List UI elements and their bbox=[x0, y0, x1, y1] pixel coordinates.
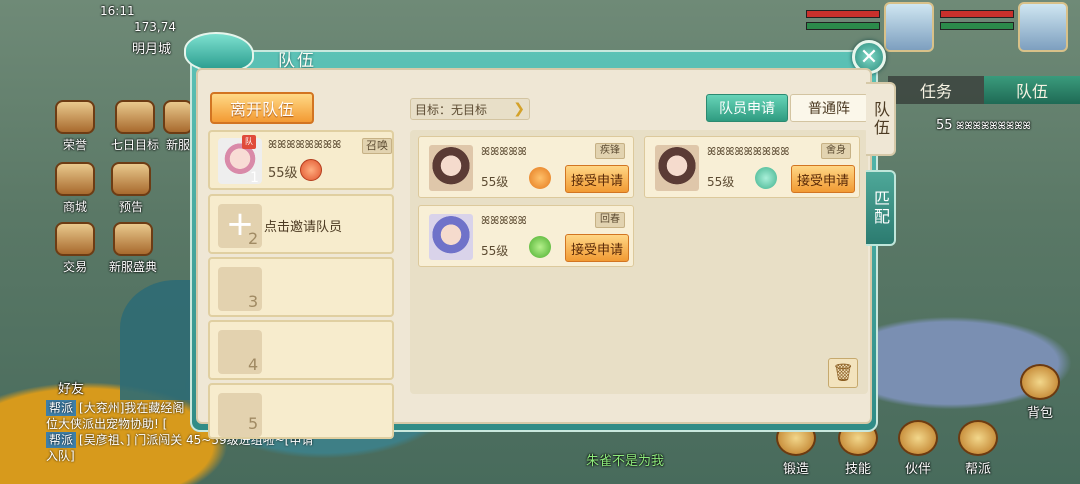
clock: 16:11 bbox=[100, 4, 135, 18]
hud-tab-task[interactable]: 任务 bbox=[888, 76, 984, 104]
member-level: 55级 bbox=[268, 166, 298, 181]
school-icon bbox=[300, 159, 322, 181]
applicant-level: 55级 bbox=[707, 175, 735, 189]
player-avatar[interactable] bbox=[1018, 2, 1068, 52]
clear-requests-button[interactable]: 🗑 bbox=[828, 358, 858, 388]
team-dialog: 队伍 ✕ 离开队伍 队 1 ꕤꕤꕤꕤꕤꕤꕤꕤ 召唤 55级 + 2 点击邀请队员… bbox=[184, 32, 886, 439]
menu-shop[interactable]: 商城 bbox=[50, 162, 100, 215]
leave-team-button[interactable]: 离开队伍 bbox=[210, 92, 314, 124]
hud-right-tabs: 任务 队伍 bbox=[888, 76, 1080, 104]
location-name[interactable]: 明月城 bbox=[132, 38, 171, 57]
close-icon: ✕ bbox=[859, 44, 879, 70]
member-slot-4[interactable]: 4 bbox=[208, 320, 394, 380]
request-card: ꕤꕤꕤꕤꕤꕤꕤꕤꕤ 舍身 55级 接受申请 bbox=[644, 136, 860, 198]
hud-team-level: 55 bbox=[936, 118, 953, 133]
pet-mp-bar bbox=[806, 22, 880, 30]
pet-hp-bar bbox=[806, 10, 880, 18]
world-text: 朱雀不是为我 bbox=[586, 454, 665, 469]
captain-badge: 队 bbox=[242, 135, 256, 149]
festival-icon bbox=[113, 222, 153, 256]
member-slot-3[interactable]: 3 bbox=[208, 257, 394, 317]
target-label: 目标：无目标 bbox=[415, 102, 488, 117]
team-target-selector[interactable]: 目标：无目标 ❯ bbox=[410, 98, 530, 120]
guild-button[interactable]: 帮派 bbox=[954, 420, 1002, 477]
applicant-school: 回春 bbox=[595, 212, 625, 228]
tab-member-requests[interactable]: 队员申请 bbox=[706, 94, 788, 122]
accept-request-button[interactable]: 接受申请 bbox=[791, 165, 855, 193]
invite-label: 点击邀请队员 bbox=[264, 220, 343, 235]
menu-honor[interactable]: 荣誉 bbox=[50, 100, 100, 153]
menu-trade[interactable]: 交易 bbox=[50, 222, 100, 275]
requests-panel: ꕤꕤꕤꕤꕤ 疾锋 55级 接受申请 ꕤꕤꕤꕤꕤꕤꕤꕤꕤ 舍身 55级 接受申请 … bbox=[410, 130, 868, 394]
trash-icon: 🗑 bbox=[832, 363, 854, 383]
applicant-portrait bbox=[429, 145, 473, 191]
partner-button[interactable]: 伙伴 bbox=[894, 420, 942, 477]
dialog-body: 离开队伍 队 1 ꕤꕤꕤꕤꕤꕤꕤꕤ 召唤 55级 + 2 点击邀请队员 3 4 … bbox=[196, 68, 872, 439]
friends-button[interactable]: 好友 bbox=[58, 378, 84, 397]
school-icon bbox=[529, 167, 551, 189]
side-tab-team[interactable]: 队伍 bbox=[866, 82, 896, 156]
title-cloud-ornament bbox=[184, 32, 254, 72]
applicant-name: ꕤꕤꕤꕤꕤ bbox=[481, 145, 527, 158]
hud-tab-team[interactable]: 队伍 bbox=[984, 76, 1080, 104]
accept-request-button[interactable]: 接受申请 bbox=[565, 165, 629, 193]
honor-icon bbox=[55, 100, 95, 134]
applicant-name: ꕤꕤꕤꕤꕤꕤꕤꕤꕤ bbox=[707, 145, 790, 158]
bag-icon bbox=[1020, 364, 1060, 400]
partner-icon bbox=[898, 420, 938, 456]
member-slot-1[interactable]: 队 1 ꕤꕤꕤꕤꕤꕤꕤꕤ 召唤 55级 bbox=[208, 130, 394, 190]
hud-team-name: ꕤꕤꕤꕤꕤꕤꕤꕤꕤ bbox=[956, 121, 1031, 132]
applicant-school: 疾锋 bbox=[595, 143, 625, 159]
applicant-portrait bbox=[429, 214, 473, 260]
slot-number: 2 bbox=[248, 229, 259, 248]
slot-number: 3 bbox=[248, 292, 259, 311]
player-hp-bar bbox=[940, 10, 1014, 18]
guild-icon bbox=[958, 420, 998, 456]
tab-normal-formation[interactable]: 普通阵 bbox=[790, 94, 868, 122]
slot-number: 4 bbox=[248, 355, 259, 374]
chevron-right-icon: ❯ bbox=[513, 101, 525, 117]
player-mp-bar bbox=[940, 22, 1014, 30]
applicant-school: 舍身 bbox=[821, 143, 851, 159]
member-name: ꕤꕤꕤꕤꕤꕤꕤꕤ bbox=[268, 138, 342, 151]
coordinates: 173,74 bbox=[134, 20, 176, 34]
school-icon bbox=[755, 167, 777, 189]
seven-day-icon bbox=[115, 100, 155, 134]
bag-button[interactable]: 背包 bbox=[1016, 364, 1064, 421]
accept-request-button[interactable]: 接受申请 bbox=[565, 234, 629, 262]
member-slot-2[interactable]: + 2 点击邀请队员 bbox=[208, 194, 394, 254]
shop-icon bbox=[55, 162, 95, 196]
summon-button[interactable]: 召唤 bbox=[362, 138, 392, 154]
preview-icon bbox=[111, 162, 151, 196]
menu-seven-day[interactable]: 七日目标 bbox=[104, 100, 166, 153]
applicant-portrait bbox=[655, 145, 699, 191]
request-card: ꕤꕤꕤꕤꕤ 回春 55级 接受申请 bbox=[418, 205, 634, 267]
menu-new-server-festival[interactable]: 新服盛典 bbox=[104, 222, 162, 275]
applicant-name: ꕤꕤꕤꕤꕤ bbox=[481, 214, 527, 227]
member-slot-5[interactable]: 5 bbox=[208, 383, 394, 439]
menu-preview[interactable]: 预告 bbox=[106, 162, 156, 215]
side-tab-match[interactable]: 匹配 bbox=[866, 170, 896, 246]
school-icon bbox=[529, 236, 551, 258]
slot-number: 5 bbox=[248, 414, 259, 433]
request-card: ꕤꕤꕤꕤꕤ 疾锋 55级 接受申请 bbox=[418, 136, 634, 198]
slot-number: 1 bbox=[250, 170, 259, 186]
applicant-level: 55级 bbox=[481, 244, 509, 258]
applicant-level: 55级 bbox=[481, 175, 509, 189]
pet-avatar[interactable] bbox=[884, 2, 934, 52]
chat-line: 入队] bbox=[46, 449, 75, 463]
trade-icon bbox=[55, 222, 95, 256]
new-server-icon bbox=[163, 100, 193, 134]
